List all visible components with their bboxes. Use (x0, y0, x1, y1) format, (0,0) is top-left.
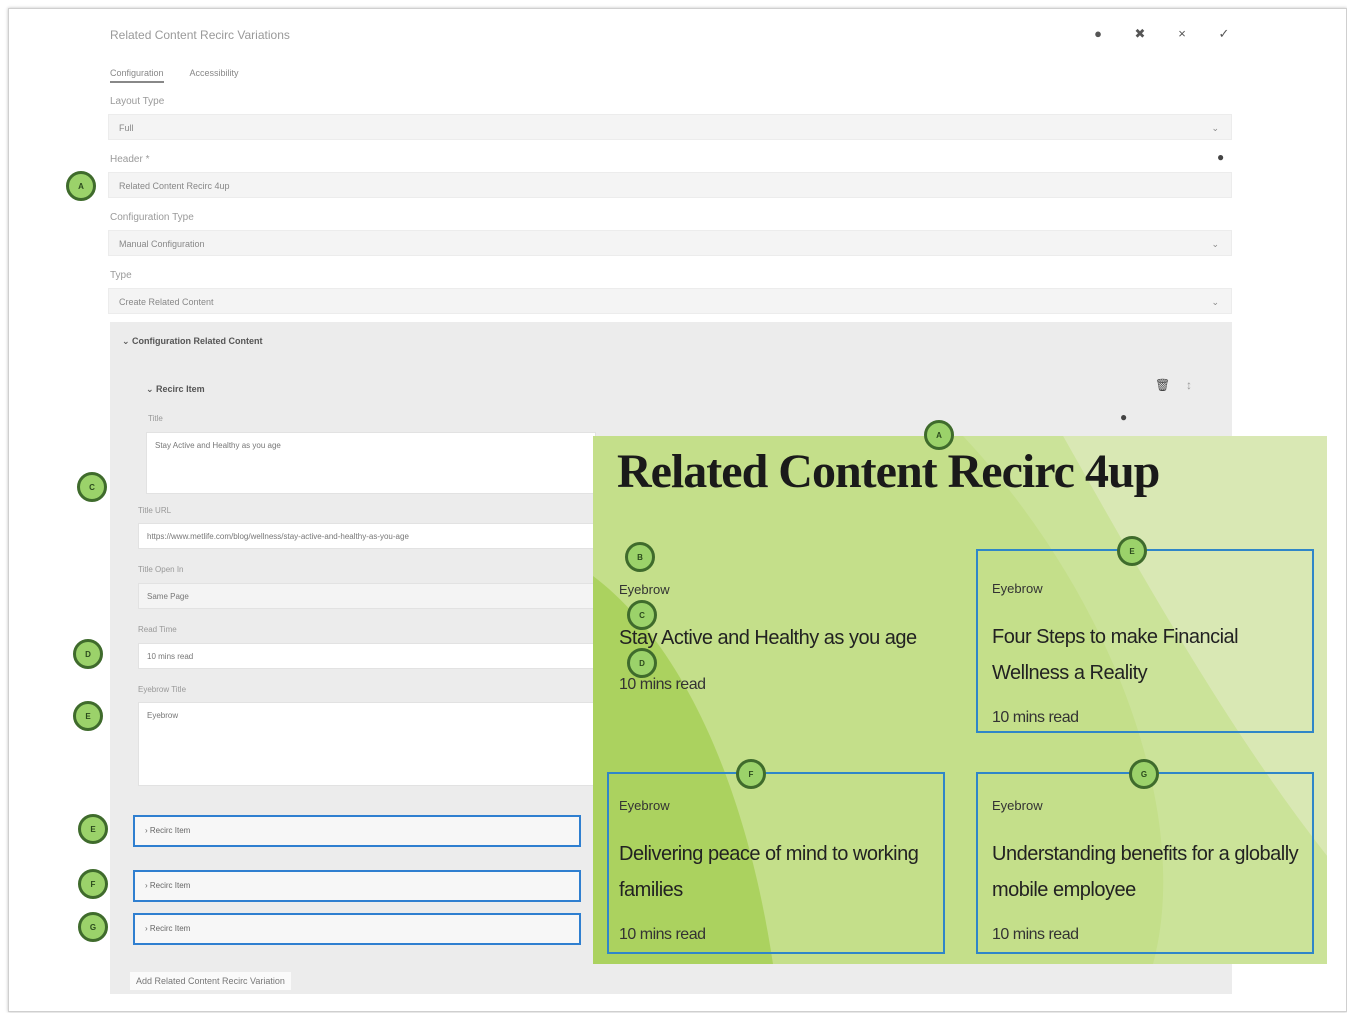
recirc-item-label: Recirc Item (149, 881, 191, 890)
type-value: Create Related Content (119, 297, 214, 307)
annotation-marker: C (77, 472, 107, 502)
add-recirc-variation-button[interactable]: Add Related Content Recirc Variation (130, 972, 291, 990)
preview-card[interactable]: Eyebrow Four Steps to make Financial Wel… (976, 549, 1314, 733)
title-open-in-select[interactable]: Same Page (138, 583, 596, 609)
recirc-item-collapsed[interactable]: › Recirc Item (133, 815, 581, 847)
read-time-input[interactable]: 10 mins read (138, 643, 596, 669)
tabs: Configuration Accessibility (110, 68, 239, 83)
card-eyebrow: Eyebrow (619, 798, 670, 813)
card-eyebrow: Eyebrow (992, 798, 1043, 813)
chevron-down-icon: ⌄ (122, 336, 133, 346)
card-headline: Understanding benefits for a globally mo… (992, 843, 1299, 901)
annotation-marker: A (924, 420, 954, 450)
recirc-item-collapsed[interactable]: › Recirc Item (133, 870, 581, 902)
title-url-label: Title URL (138, 506, 172, 515)
eyebrow-title-label: Eyebrow Title (138, 685, 187, 694)
preview-card[interactable]: Eyebrow Understanding benefits for a glo… (976, 772, 1314, 954)
card-read-time: 10 mins read (619, 676, 706, 693)
header-value: Related Content Recirc 4up (119, 181, 230, 191)
recirc-item-label: Recirc Item (149, 826, 191, 835)
header-label: Header * (110, 154, 150, 165)
fullscreen-icon[interactable]: ✖ (1132, 26, 1148, 42)
card-read-time: 10 mins read (992, 926, 1079, 943)
annotation-marker: E (1117, 536, 1147, 566)
chevron-down-icon: ⌄ (1211, 239, 1219, 249)
section-title: Configuration Related Content (132, 336, 263, 346)
card-read-time: 10 mins read (619, 926, 706, 943)
card-headline: Delivering peace of mind to working fami… (619, 843, 919, 901)
chevron-down-icon: ⌄ (146, 384, 157, 394)
annotation-marker: F (78, 869, 108, 899)
annotation-marker: B (625, 542, 655, 572)
chevron-down-icon: ⌄ (1211, 297, 1219, 307)
type-label: Type (110, 270, 132, 281)
annotation-marker: F (736, 759, 766, 789)
annotation-marker: G (78, 912, 108, 942)
tab-configuration[interactable]: Configuration (110, 68, 164, 83)
title-url-input[interactable]: https://www.metlife.com/blog/wellness/st… (138, 523, 596, 549)
header-input[interactable]: Related Content Recirc 4up (108, 172, 1232, 198)
title-textarea[interactable]: Stay Active and Healthy as you age (146, 432, 596, 494)
preview-panel: Related Content Recirc 4up Eyebrow Stay … (593, 436, 1327, 964)
type-select[interactable]: Create Related Content ⌄ (108, 288, 1232, 314)
preview-card[interactable]: Eyebrow Stay Active and Healthy as you a… (593, 546, 943, 726)
annotation-marker: D (73, 639, 103, 669)
preview-title: Related Content Recirc 4up (617, 445, 1160, 498)
card-read-time: 10 mins read (992, 709, 1079, 726)
recirc-item-collapsed[interactable]: › Recirc Item (133, 913, 581, 945)
configuration-type-value: Manual Configuration (119, 239, 205, 249)
dialog-title: Related Content Recirc Variations (110, 28, 290, 42)
card-headline: Four Steps to make Financial Wellness a … (992, 626, 1239, 684)
reorder-icon[interactable]: ↕ (1186, 378, 1192, 392)
layout-type-value: Full (119, 123, 134, 133)
tab-accessibility[interactable]: Accessibility (190, 68, 239, 83)
title-open-in-label: Title Open In (138, 565, 184, 574)
check-icon[interactable]: ✓ (1216, 26, 1232, 42)
read-time-label: Read Time (138, 625, 177, 634)
annotation-marker: G (1129, 759, 1159, 789)
recirc-item-heading: Recirc Item (156, 384, 205, 394)
card-headline: Stay Active and Healthy as you age (619, 627, 917, 649)
recirc-item-toggle[interactable]: ⌄ Recirc Item (146, 384, 205, 395)
annotation-marker: A (66, 171, 96, 201)
annotation-marker: D (627, 648, 657, 678)
preview-card[interactable]: Eyebrow Delivering peace of mind to work… (607, 772, 945, 954)
section-toggle[interactable]: ⌄ Configuration Related Content (122, 336, 263, 347)
help-icon[interactable]: ● (1090, 26, 1106, 42)
annotation-marker: E (73, 701, 103, 731)
annotation-marker: E (78, 814, 108, 844)
info-icon[interactable]: ● (1120, 410, 1127, 424)
layout-type-label: Layout Type (110, 96, 165, 107)
close-icon[interactable]: × (1174, 26, 1190, 42)
configuration-type-select[interactable]: Manual Configuration ⌄ (108, 230, 1232, 256)
eyebrow-title-textarea[interactable]: Eyebrow (138, 702, 596, 786)
card-eyebrow: Eyebrow (992, 581, 1043, 596)
delete-icon[interactable]: 🗑 (1155, 378, 1170, 392)
toolbar: ● ✖ × ✓ (1090, 26, 1232, 42)
chevron-down-icon: ⌄ (1211, 123, 1219, 133)
recirc-item-label: Recirc Item (149, 924, 191, 933)
info-icon[interactable]: ● (1217, 150, 1224, 164)
title-label: Title (148, 414, 163, 423)
configuration-type-label: Configuration Type (110, 212, 194, 223)
layout-type-select[interactable]: Full ⌄ (108, 114, 1232, 140)
annotation-marker: C (627, 600, 657, 630)
card-eyebrow: Eyebrow (619, 582, 670, 597)
